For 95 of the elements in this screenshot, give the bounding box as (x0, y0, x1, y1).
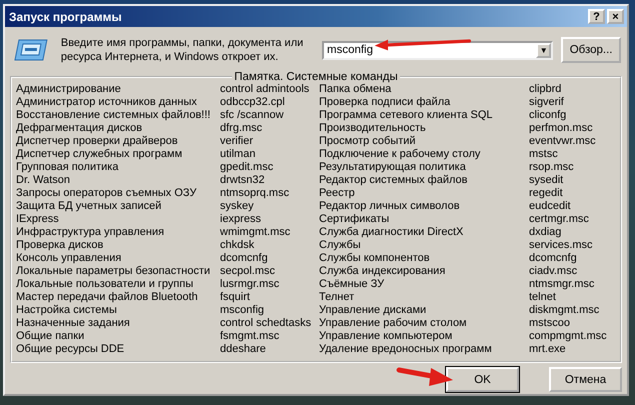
command-name: Общие папки (16, 330, 86, 343)
command-name: Диспетчер проверки драйверов (16, 135, 179, 148)
command-name: Сертификаты (319, 213, 390, 226)
command-combo-box[interactable]: msconfig ▼ (322, 40, 554, 60)
command-text: dxdiag (529, 226, 562, 239)
command-name: Мастер передачи файлов Bluetooth (16, 291, 199, 304)
command-name: Служба диагностики DirectX (319, 226, 464, 239)
command-text: ntmsmgr.msc (529, 278, 596, 291)
command-name: Папка обмена (319, 83, 392, 96)
command-name: Дефрагментация дисков (16, 122, 144, 135)
command-text: odbccp32.cpl (220, 96, 286, 109)
command-name: Телнет (319, 291, 356, 304)
command-text: fsmgmt.msc (220, 330, 280, 343)
command-text: drwtsn32 (220, 174, 266, 187)
command-text: ciadv.msc (529, 265, 578, 278)
command-name: Съёмные ЗУ (319, 278, 386, 291)
command-text: sigverif (529, 96, 565, 109)
command-text: cliconfg (529, 109, 568, 122)
help-button[interactable]: ? (588, 9, 605, 24)
group-title: Памятка. Системные команды (233, 71, 399, 83)
command-name: Результатирующая политика (319, 161, 467, 174)
command-name: Службы (319, 239, 362, 252)
command-name: Редактор системных файлов (319, 174, 468, 187)
command-text: iexpress (220, 213, 262, 226)
command-name: Dr. Watson (16, 174, 71, 187)
command-text: sysedit (529, 174, 564, 187)
command-name: Общие ресурсы DDE (16, 343, 126, 356)
dropdown-button[interactable]: ▼ (536, 42, 552, 58)
window-title: Запуск программы (9, 10, 123, 24)
command-text: control schedtasks (220, 317, 312, 330)
command-name: Инфраструктура управления (16, 226, 166, 239)
command-text: fsquirt (220, 291, 251, 304)
command-name: Администрирование (16, 83, 122, 96)
command-text: sfc /scannow (220, 109, 285, 122)
command-text: gpedit.msc (220, 161, 274, 174)
command-text: diskmgmt.msc (529, 304, 600, 317)
command-text: secpol.msc (220, 265, 276, 278)
command-name: Консоль управления (16, 252, 122, 265)
cancel-button[interactable]: Отмена (549, 367, 622, 392)
command-text: perfmon.msc (529, 122, 594, 135)
command-text: clipbrd (529, 83, 562, 96)
command-name: Служба индексирования (319, 265, 446, 278)
command-text: dfrg.msc (220, 122, 264, 135)
command-name: Защита БД учетных записей (16, 200, 162, 213)
command-name: Управление компьютером (319, 330, 454, 343)
command-text: control admintools (220, 83, 310, 96)
command-name: Диспетчер служебных программ (16, 148, 184, 161)
command-text: mstsc (529, 148, 559, 161)
command-name: Проверка дисков (16, 239, 104, 252)
command-name: Локальные параметры безопастности (16, 265, 212, 278)
close-button[interactable]: × (607, 9, 624, 24)
command-text: compmgmt.msc (529, 330, 607, 343)
command-text: regedit (529, 187, 564, 200)
command-name: Службы компонентов (319, 252, 431, 265)
command-text: services.msc (529, 239, 594, 252)
command-name: Администратор источников данных (16, 96, 198, 109)
command-name: IExpress (16, 213, 60, 226)
command-text: verifier (220, 135, 254, 148)
command-text: eventvwr.msc (529, 135, 597, 148)
window-icon (13, 38, 49, 62)
command-name: Редактор личных символов (319, 200, 461, 213)
command-text: mstscoo (529, 317, 571, 330)
command-text: msconfig (220, 304, 266, 317)
ok-button[interactable]: OK (446, 367, 519, 392)
command-text: wmimgmt.msc (220, 226, 292, 239)
command-name: Управление дисками (319, 304, 428, 317)
command-name: Групповая политика (16, 161, 120, 174)
command-text: utilman (220, 148, 256, 161)
command-name: Подключение к рабочему столу (319, 148, 482, 161)
command-text: rsop.msc (529, 161, 575, 174)
command-name: Удаление вредоносных программ (319, 343, 493, 356)
command-text: mrt.exe (529, 343, 567, 356)
command-text: chkdsk (220, 239, 256, 252)
command-name: Локальные пользователи и группы (16, 278, 194, 291)
command-text: dcomcnfg (529, 252, 578, 265)
command-text: syskey (220, 200, 255, 213)
command-text: dcomcnfg (220, 252, 269, 265)
command-name: Проверка подписи файла (319, 96, 452, 109)
command-name: Производительность (319, 122, 427, 135)
command-name: Настройка системы (16, 304, 118, 317)
command-text: eudcedit (529, 200, 572, 213)
prompt-text: Введите имя программы, папки, документа или ресурса Интернета, и Windows откроет их. (60, 36, 304, 64)
command-text: telnet (529, 291, 557, 304)
browse-button[interactable]: Обзор... (561, 37, 621, 63)
command-name: Назначенные задания (16, 317, 131, 330)
command-text: lusrmgr.msc (220, 278, 280, 291)
command-name: Восстановление системных файлов!!! (16, 109, 212, 122)
command-text: ddeshare (220, 343, 267, 356)
command-name: Управление рабочим столом (319, 317, 468, 330)
command-name: Программа сетевого клиента SQL (319, 109, 494, 122)
command-text: certmgr.msc (529, 213, 590, 226)
command-text: ntmsoprq.msc (220, 187, 290, 200)
command-name: Запросы операторов съемных ОЗУ (16, 187, 198, 200)
command-name: Просмотр событий (319, 135, 417, 148)
command-name: Реестр (319, 187, 356, 200)
